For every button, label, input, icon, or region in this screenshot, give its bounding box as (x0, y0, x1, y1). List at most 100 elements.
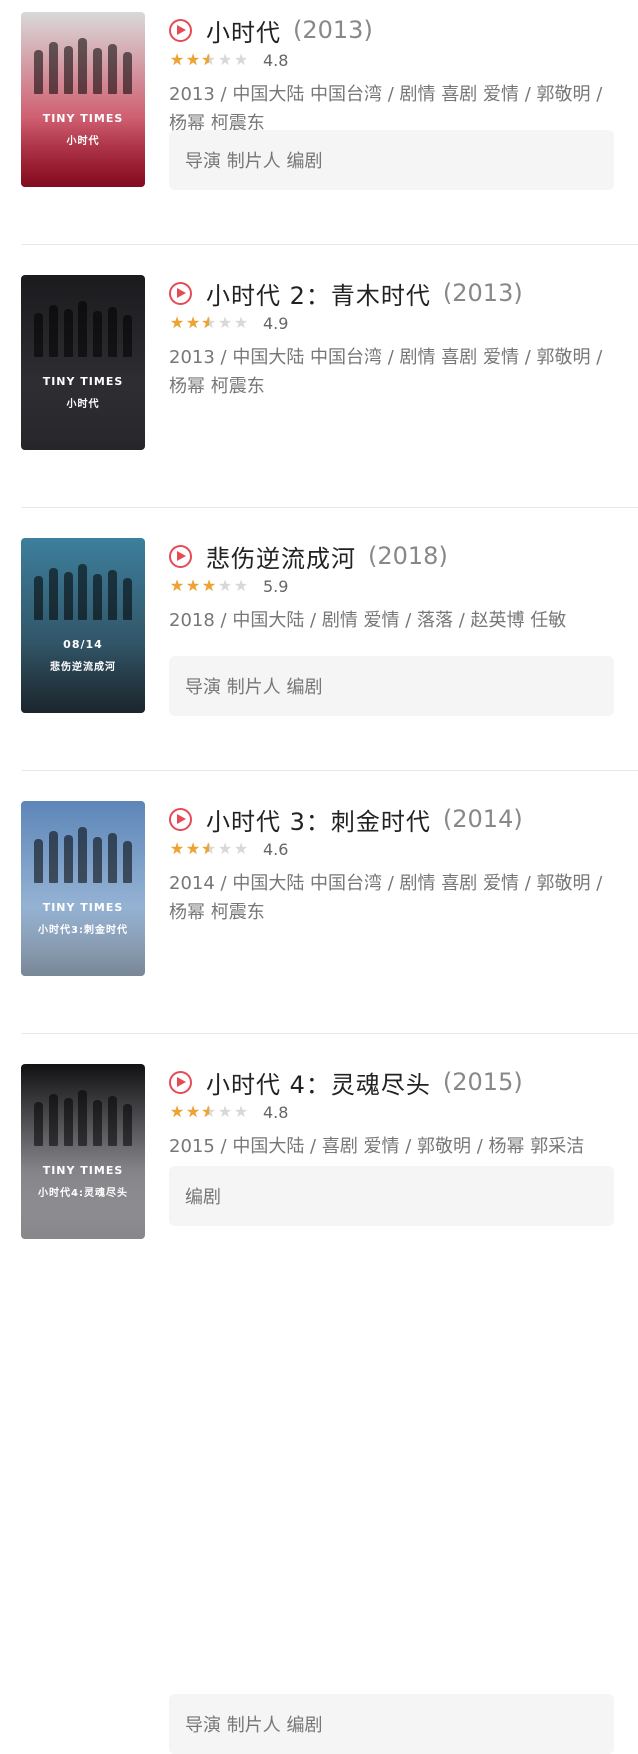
play-circle-icon[interactable] (169, 18, 192, 42)
poster-subtitle-text: 小时代3:刺金时代 (38, 925, 128, 936)
rating-score: 4.9 (263, 313, 289, 333)
movie-info: 悲伤逆流成河 (2018) ★ ★ ★ ★ ★ ★ ★ ★ 5.9 2018 / 中国大陆 / 剧情 … (169, 538, 618, 1226)
rating-row: ★ ★ ★ ★ ★ ★ ★ ★ 5.9 (169, 572, 618, 600)
movie-info: 小时代 (2013) ★ ★ ★ ★ ★ ★ ★ ★ 4.8 2013 / 中国大陆 中国台湾 / 剧… (169, 12, 618, 190)
movie-meta: 2015 / 中国大陆 / 喜剧 爱情 / 郭敬明 / 杨幂 郭采洁 (169, 1136, 585, 1157)
star-icon: ★ (233, 50, 249, 69)
poster-subtitle-text: 小时代 (66, 399, 100, 410)
rating-score: 4.8 (263, 1102, 289, 1122)
movie-info: 小时代 3：刺金时代 (2014) ★ ★ ★ ★ ★ ★ ★ ★ 4.6 2014 / 中国大陆 中… (169, 801, 618, 1754)
title-row[interactable]: 小时代 2：青木时代 (2013) (169, 275, 618, 311)
star-icon: ★ ★ (169, 576, 185, 595)
star-rating: ★ ★ ★ ★ ★ ★ ★ ★ (169, 52, 249, 68)
star-icon: ★ (217, 576, 233, 595)
movie-item[interactable]: 08/14 悲伤逆流成河 悲伤逆流成河 (2018) ★ ★ ★ ★ ★ ★ ★ ★ 5.9 2018 /… (0, 526, 638, 1226)
movie-title[interactable]: 悲伤逆流成河 (206, 539, 356, 574)
play-circle-icon[interactable] (169, 1070, 192, 1094)
movie-year: (2015) (442, 1068, 523, 1096)
movie-title[interactable]: 小时代 (206, 13, 281, 48)
star-icon: ★ (217, 50, 233, 69)
movie-info: 小时代 2：青木时代 (2013) ★ ★ ★ ★ ★ ★ ★ ★ 4.9 2013 / 中国大陆 中… (169, 275, 618, 716)
title-row[interactable]: 小时代 3：刺金时代 (2014) (169, 801, 618, 837)
poster-subtitle-text: 小时代4:灵魂尽头 (38, 1188, 128, 1199)
movie-title[interactable]: 小时代 4：灵魂尽头 (206, 1065, 431, 1100)
movie-title[interactable]: 小时代 2：青木时代 (206, 276, 431, 311)
rating-row: ★ ★ ★ ★ ★ ★ ★ ★ 4.8 (169, 46, 618, 74)
star-icon: ★ ★ (185, 839, 201, 858)
star-icon: ★ ★ (185, 576, 201, 595)
rating-score: 5.9 (263, 576, 289, 596)
play-circle-icon[interactable] (169, 281, 192, 305)
movie-item[interactable]: TINY TIMES 小时代3:刺金时代 小时代 3：刺金时代 (2014) ★ ★ ★ ★ ★… (0, 789, 638, 1754)
movie-item[interactable]: TINY TIMES 小时代4:灵魂尽头 小时代 4：灵魂尽头 (2015) ★ ★ ★ ★ ★… (0, 1052, 638, 1314)
star-icon: ★ ★ (169, 839, 185, 858)
poster-title-text: TINY TIMES (42, 112, 124, 125)
movie-poster[interactable]: 08/14 悲伤逆流成河 (21, 538, 145, 713)
poster-figures (31, 299, 135, 357)
star-icon: ★ ★ (185, 50, 201, 69)
star-icon: ★ (217, 839, 233, 858)
divider (22, 1033, 638, 1034)
poster-title-text: TINY TIMES (42, 901, 124, 914)
movie-poster[interactable]: TINY TIMES 小时代 (21, 275, 145, 450)
star-icon: ★ (233, 839, 249, 858)
star-icon: ★ ★ (201, 313, 217, 332)
star-icon: ★ ★ (169, 1102, 185, 1121)
star-icon: ★ ★ (201, 839, 217, 858)
divider (22, 244, 638, 245)
star-icon: ★ (233, 576, 249, 595)
star-icon: ★ (217, 1102, 233, 1121)
movie-poster[interactable]: TINY TIMES 小时代4:灵魂尽头 (21, 1064, 145, 1239)
star-icon: ★ ★ (201, 50, 217, 69)
poster-figures (31, 562, 135, 620)
title-row[interactable]: 悲伤逆流成河 (2018) (169, 538, 618, 574)
star-rating: ★ ★ ★ ★ ★ ★ ★ ★ (169, 841, 249, 857)
poster-figures (31, 1088, 135, 1146)
star-rating: ★ ★ ★ ★ ★ ★ ★ ★ (169, 315, 249, 331)
movie-poster[interactable]: TINY TIMES 小时代3:刺金时代 (21, 801, 145, 976)
title-row[interactable]: 小时代 (2013) (169, 12, 618, 48)
star-icon: ★ (233, 313, 249, 332)
star-icon: ★ ★ (201, 1102, 217, 1121)
credits-box[interactable]: 导演 制片人 编剧 (169, 1694, 614, 1754)
star-icon: ★ ★ (185, 1102, 201, 1121)
movie-year: (2013) (293, 16, 373, 44)
star-rating: ★ ★ ★ ★ ★ ★ ★ ★ (169, 578, 249, 594)
star-icon: ★ ★ (185, 313, 201, 332)
movie-poster[interactable]: TINY TIMES 小时代 (21, 12, 145, 187)
star-rating: ★ ★ ★ ★ ★ ★ ★ ★ (169, 1104, 249, 1120)
movie-item[interactable]: TINY TIMES 小时代 小时代 2：青木时代 (2013) ★ ★ ★ ★ ★ ★ ★ ★ 4.9… (0, 263, 638, 716)
movie-meta: 2013 / 中国大陆 中国台湾 / 剧情 喜剧 爱情 / 郭敬明 / 杨幂 柯… (169, 347, 603, 397)
star-icon: ★ ★ (169, 50, 185, 69)
movie-year: (2013) (442, 279, 523, 307)
rating-row: ★ ★ ★ ★ ★ ★ ★ ★ 4.8 (169, 1098, 618, 1126)
star-icon: ★ (217, 313, 233, 332)
divider (22, 770, 638, 771)
movie-meta: 2014 / 中国大陆 中国台湾 / 剧情 喜剧 爱情 / 郭敬明 / 杨幂 柯… (169, 873, 603, 923)
title-row[interactable]: 小时代 4：灵魂尽头 (2015) (169, 1064, 618, 1100)
rating-score: 4.8 (263, 50, 289, 70)
star-icon: ★ ★ (201, 576, 217, 595)
poster-subtitle-text: 悲伤逆流成河 (50, 662, 116, 673)
rating-row: ★ ★ ★ ★ ★ ★ ★ ★ 4.9 (169, 309, 618, 337)
movie-title[interactable]: 小时代 3：刺金时代 (206, 802, 431, 837)
movie-year: (2018) (368, 542, 448, 570)
movie-info: 小时代 4：灵魂尽头 (2015) ★ ★ ★ ★ ★ ★ ★ ★ 4.8 2015 / 中国大陆 /… (169, 1064, 618, 1161)
poster-subtitle-text: 小时代 (66, 136, 100, 147)
divider (22, 507, 638, 508)
poster-title-text: 08/14 (63, 638, 103, 651)
movie-item[interactable]: TINY TIMES 小时代 小时代 (2013) ★ ★ ★ ★ ★ ★ ★ ★ 4.8 2013 / … (0, 0, 638, 262)
movie-year: (2014) (442, 805, 523, 833)
movie-meta: 2018 / 中国大陆 / 剧情 爱情 / 落落 / 赵英博 任敏 (169, 610, 567, 631)
play-circle-icon[interactable] (169, 807, 192, 831)
poster-title-text: TINY TIMES (42, 1164, 124, 1177)
rating-score: 4.6 (263, 839, 289, 859)
rating-row: ★ ★ ★ ★ ★ ★ ★ ★ 4.6 (169, 835, 618, 863)
poster-figures (31, 36, 135, 94)
star-icon: ★ (233, 1102, 249, 1121)
play-circle-icon[interactable] (169, 544, 192, 568)
credits-box[interactable]: 导演 制片人 编剧 (169, 130, 614, 190)
poster-title-text: TINY TIMES (42, 375, 124, 388)
poster-figures (31, 825, 135, 883)
star-icon: ★ ★ (169, 313, 185, 332)
